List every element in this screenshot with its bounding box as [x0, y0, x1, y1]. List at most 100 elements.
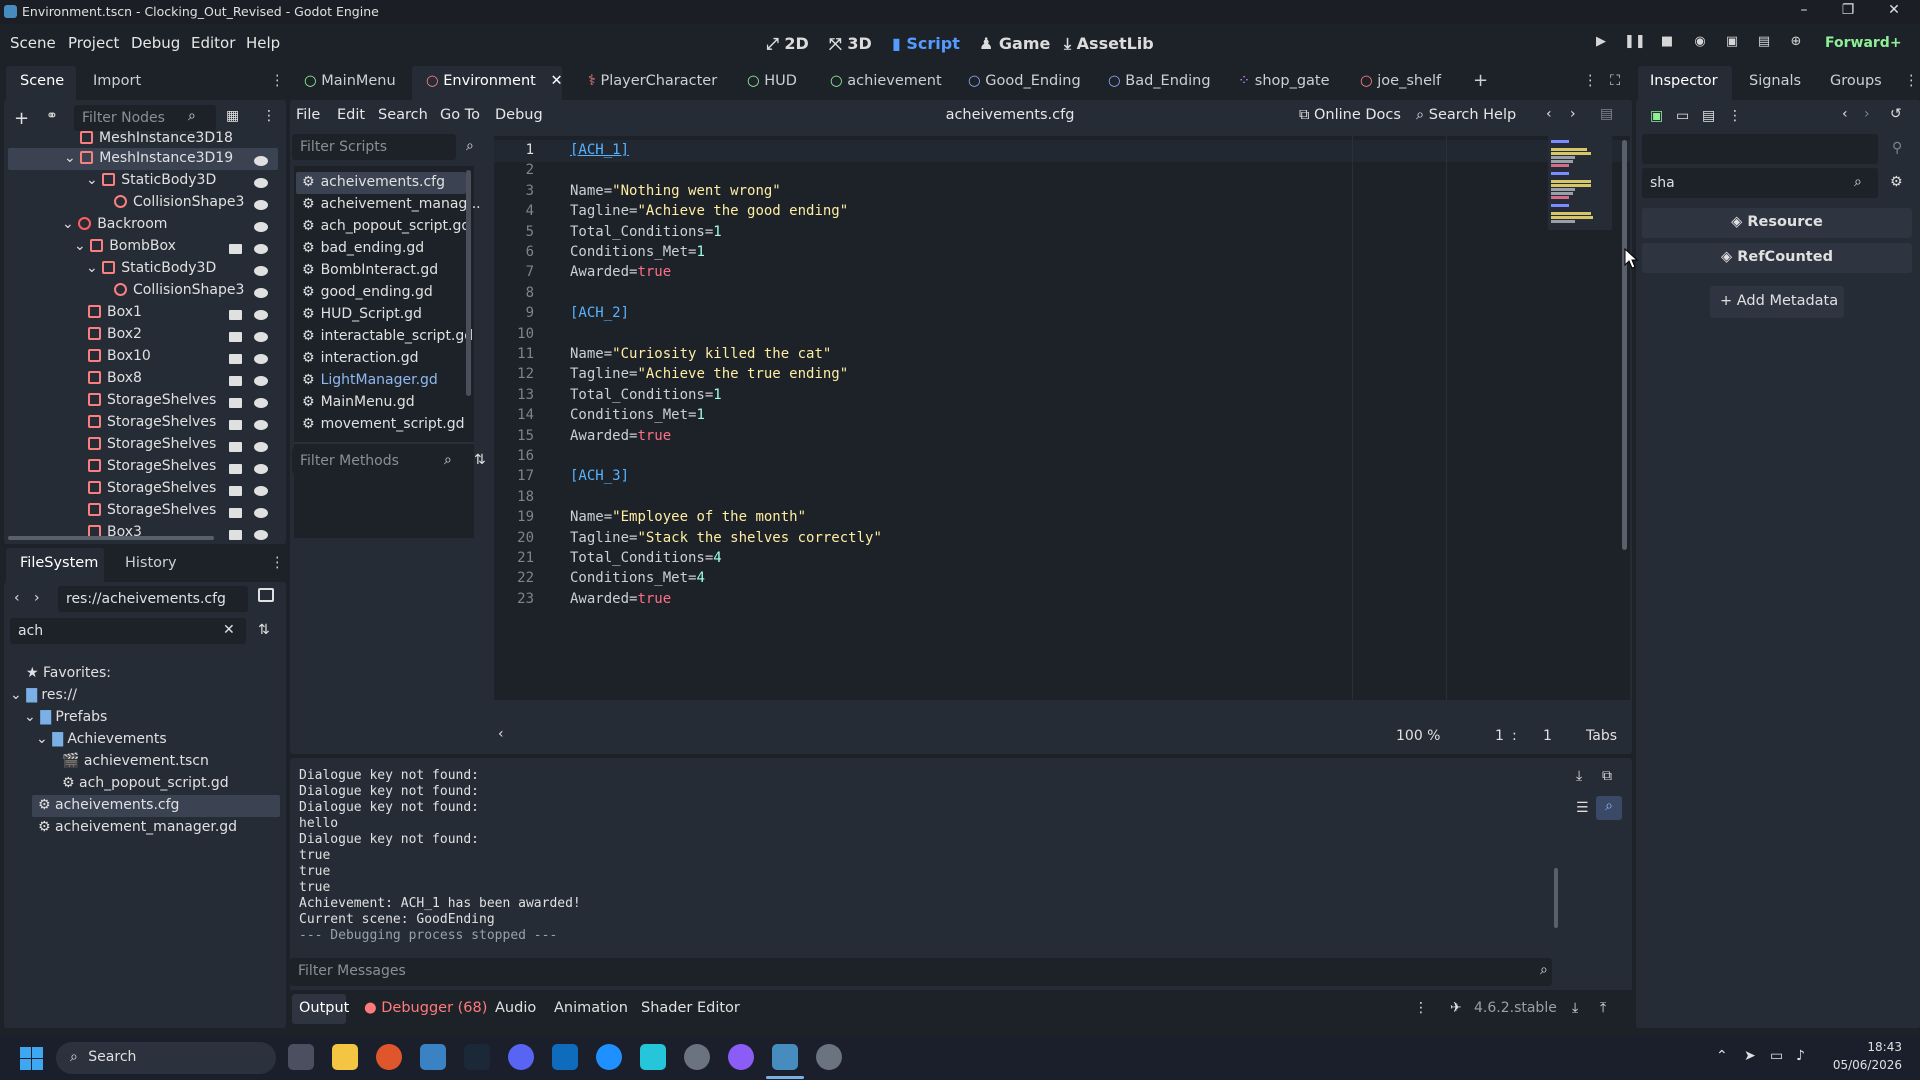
- scripts-scrollbar[interactable]: [466, 170, 471, 396]
- folder-item[interactable]: ⌄ ▇ Achievements: [36, 731, 167, 753]
- open-scene-icon[interactable]: [229, 530, 242, 540]
- visibility-eye-icon[interactable]: [254, 530, 268, 540]
- script-item[interactable]: ⚙ LightManager.gd: [302, 372, 438, 394]
- inspector-menu-icon[interactable]: ⋮: [1904, 73, 1919, 89]
- history-forward-icon[interactable]: ›: [1570, 106, 1576, 122]
- split-view-icon[interactable]: [258, 588, 274, 602]
- visibility-eye-icon[interactable]: [254, 200, 268, 210]
- visibility-eye-icon[interactable]: [254, 222, 268, 232]
- open-scene-icon[interactable]: [229, 354, 242, 364]
- collapse-left-icon[interactable]: ‹: [498, 726, 504, 742]
- tab-filesystem[interactable]: FileSystem: [20, 555, 98, 571]
- windows-start-icon[interactable]: [20, 1047, 44, 1071]
- script-item[interactable]: ⚙ acheivement_manag...: [302, 196, 481, 218]
- file-item[interactable]: ⚙ ach_popout_script.gd: [62, 775, 229, 797]
- outlook-icon[interactable]: [552, 1044, 578, 1070]
- network-icon[interactable]: ▭: [1770, 1048, 1783, 1064]
- open-scene-icon[interactable]: [229, 486, 242, 496]
- script-item[interactable]: ⚙ HUD_Script.gd: [302, 306, 422, 328]
- mode-game[interactable]: ♟ Game: [979, 34, 1050, 53]
- open-scene-icon[interactable]: [229, 376, 242, 386]
- script-menu-debug[interactable]: Debug: [495, 107, 543, 123]
- mode-assetlib[interactable]: ⤓ AssetLib: [1064, 34, 1154, 54]
- script-item[interactable]: ⚙ BombInteract.gd: [302, 262, 438, 284]
- path-field[interactable]: res://acheivements.cfg: [58, 586, 248, 612]
- tab-import[interactable]: Import: [93, 73, 141, 89]
- play-scene-icon[interactable]: ▣: [1722, 34, 1742, 54]
- scene-tab-bad-ending[interactable]: ○ Bad_Ending: [1108, 73, 1211, 89]
- forward-icon[interactable]: ›: [34, 590, 40, 606]
- pause-icon[interactable]: ❚❚: [1624, 34, 1646, 54]
- script-item[interactable]: ⚙ ach_popout_script.gd: [302, 218, 470, 240]
- refcounted-section[interactable]: ◈ RefCounted: [1642, 243, 1912, 273]
- chevron-up-icon[interactable]: ⌃: [1716, 1048, 1728, 1064]
- search-toggle-icon[interactable]: ⌕: [1596, 796, 1622, 820]
- open-scene-icon[interactable]: [229, 464, 242, 474]
- visibility-eye-icon[interactable]: [254, 244, 268, 254]
- add-tab-icon[interactable]: +: [1473, 70, 1488, 91]
- tab-output[interactable]: Output: [299, 1000, 349, 1016]
- back-icon[interactable]: ‹: [14, 590, 20, 606]
- visibility-eye-icon[interactable]: [254, 508, 268, 518]
- visibility-eye-icon[interactable]: [254, 398, 268, 408]
- tab-debugger[interactable]: ● Debugger (68): [364, 1000, 487, 1016]
- open-folder-icon[interactable]: ▭: [1676, 108, 1689, 124]
- location-icon[interactable]: ➤: [1744, 1048, 1756, 1064]
- scene-dock-menu-icon[interactable]: ⋮: [270, 73, 285, 89]
- settings-gear-icon[interactable]: [684, 1044, 710, 1070]
- clock-date[interactable]: 05/06/2026: [1830, 1058, 1902, 1072]
- minimize-button[interactable]: –: [1794, 2, 1814, 22]
- visibility-eye-icon[interactable]: [254, 288, 268, 298]
- movie-maker-icon[interactable]: ⊕: [1786, 34, 1806, 54]
- toggle-panel-icon[interactable]: ▤: [1600, 106, 1613, 122]
- open-scene-icon[interactable]: [229, 442, 242, 452]
- github-icon[interactable]: [728, 1044, 754, 1070]
- filter-messages-input[interactable]: Filter Messages: [290, 958, 1552, 986]
- online-docs-button[interactable]: ⧉ Online Docs: [1299, 107, 1401, 123]
- clear-icon[interactable]: ✕: [223, 622, 235, 638]
- mode-script[interactable]: ▮ Script: [892, 34, 960, 53]
- code-scrollbar[interactable]: [1622, 140, 1627, 550]
- visibility-eye-icon[interactable]: [254, 464, 268, 474]
- open-scene-icon[interactable]: [229, 332, 242, 342]
- scene-tab-environment[interactable]: ○ Environment ✕: [426, 73, 563, 89]
- folder-item[interactable]: ⌄ ▇ res://: [10, 687, 77, 709]
- visibility-eye-icon[interactable]: [254, 156, 268, 166]
- open-scene-icon[interactable]: [229, 398, 242, 408]
- node-info-icon[interactable]: ⚲: [1892, 140, 1902, 156]
- zoom-level[interactable]: 100 %: [1396, 728, 1440, 744]
- remote-debug-icon[interactable]: ◉: [1690, 34, 1710, 54]
- visibility-eye-icon[interactable]: [254, 486, 268, 496]
- scene-tab-hud[interactable]: ○ HUD: [747, 73, 797, 89]
- scene-tab-playercharacter[interactable]: ⚕ PlayerCharacter: [588, 73, 717, 89]
- task-view-icon[interactable]: [288, 1044, 314, 1070]
- firefox-icon[interactable]: [376, 1044, 402, 1070]
- close-tab-icon[interactable]: ✕: [550, 73, 562, 89]
- sort-icon[interactable]: ⇅: [474, 452, 486, 468]
- history-back-icon[interactable]: ‹: [1546, 106, 1552, 122]
- menu-scene[interactable]: Scene: [10, 34, 56, 52]
- tabs-menu-icon[interactable]: ⋮: [1583, 73, 1598, 89]
- visibility-eye-icon[interactable]: [254, 266, 268, 276]
- script-menu-file[interactable]: File: [296, 107, 320, 123]
- inspector-options-icon[interactable]: ⋮: [1728, 108, 1742, 124]
- menu-project[interactable]: Project: [68, 34, 119, 52]
- mode-3d[interactable]: ⤧ 3D: [829, 34, 872, 54]
- sort-icon[interactable]: ⇅: [258, 622, 270, 638]
- file-item-selected[interactable]: ⚙ acheivements.cfg: [38, 797, 179, 819]
- visibility-eye-icon[interactable]: [254, 376, 268, 386]
- pin-icon[interactable]: ⤓: [1576, 768, 1582, 784]
- folder-item[interactable]: ⌄ ▇ Prefabs: [24, 709, 107, 731]
- bottom-menu-icon[interactable]: ⋮: [1414, 1000, 1428, 1016]
- add-metadata-button[interactable]: + Add Metadata: [1710, 286, 1844, 318]
- scene-tab-joe-shelf[interactable]: ○ joe_shelf: [1360, 73, 1441, 89]
- new-resource-icon[interactable]: ▣: [1650, 108, 1663, 124]
- history-forward-icon[interactable]: ›: [1864, 106, 1870, 122]
- scene-tab-good-ending[interactable]: ○ Good_Ending: [968, 73, 1081, 89]
- file-item[interactable]: ⚙ acheivement_manager.gd: [38, 819, 237, 841]
- mode-2d[interactable]: ⤢ 2D: [766, 34, 809, 54]
- volume-icon[interactable]: ♪: [1796, 1048, 1805, 1064]
- filter-scripts-input[interactable]: Filter Scripts: [292, 134, 456, 160]
- code-editor[interactable]: 1 [ACH_1] 2 3 Name="Nothing went wrong" 4 Tagl…: [494, 136, 1630, 700]
- close-window-button[interactable]: ✕: [1884, 2, 1904, 22]
